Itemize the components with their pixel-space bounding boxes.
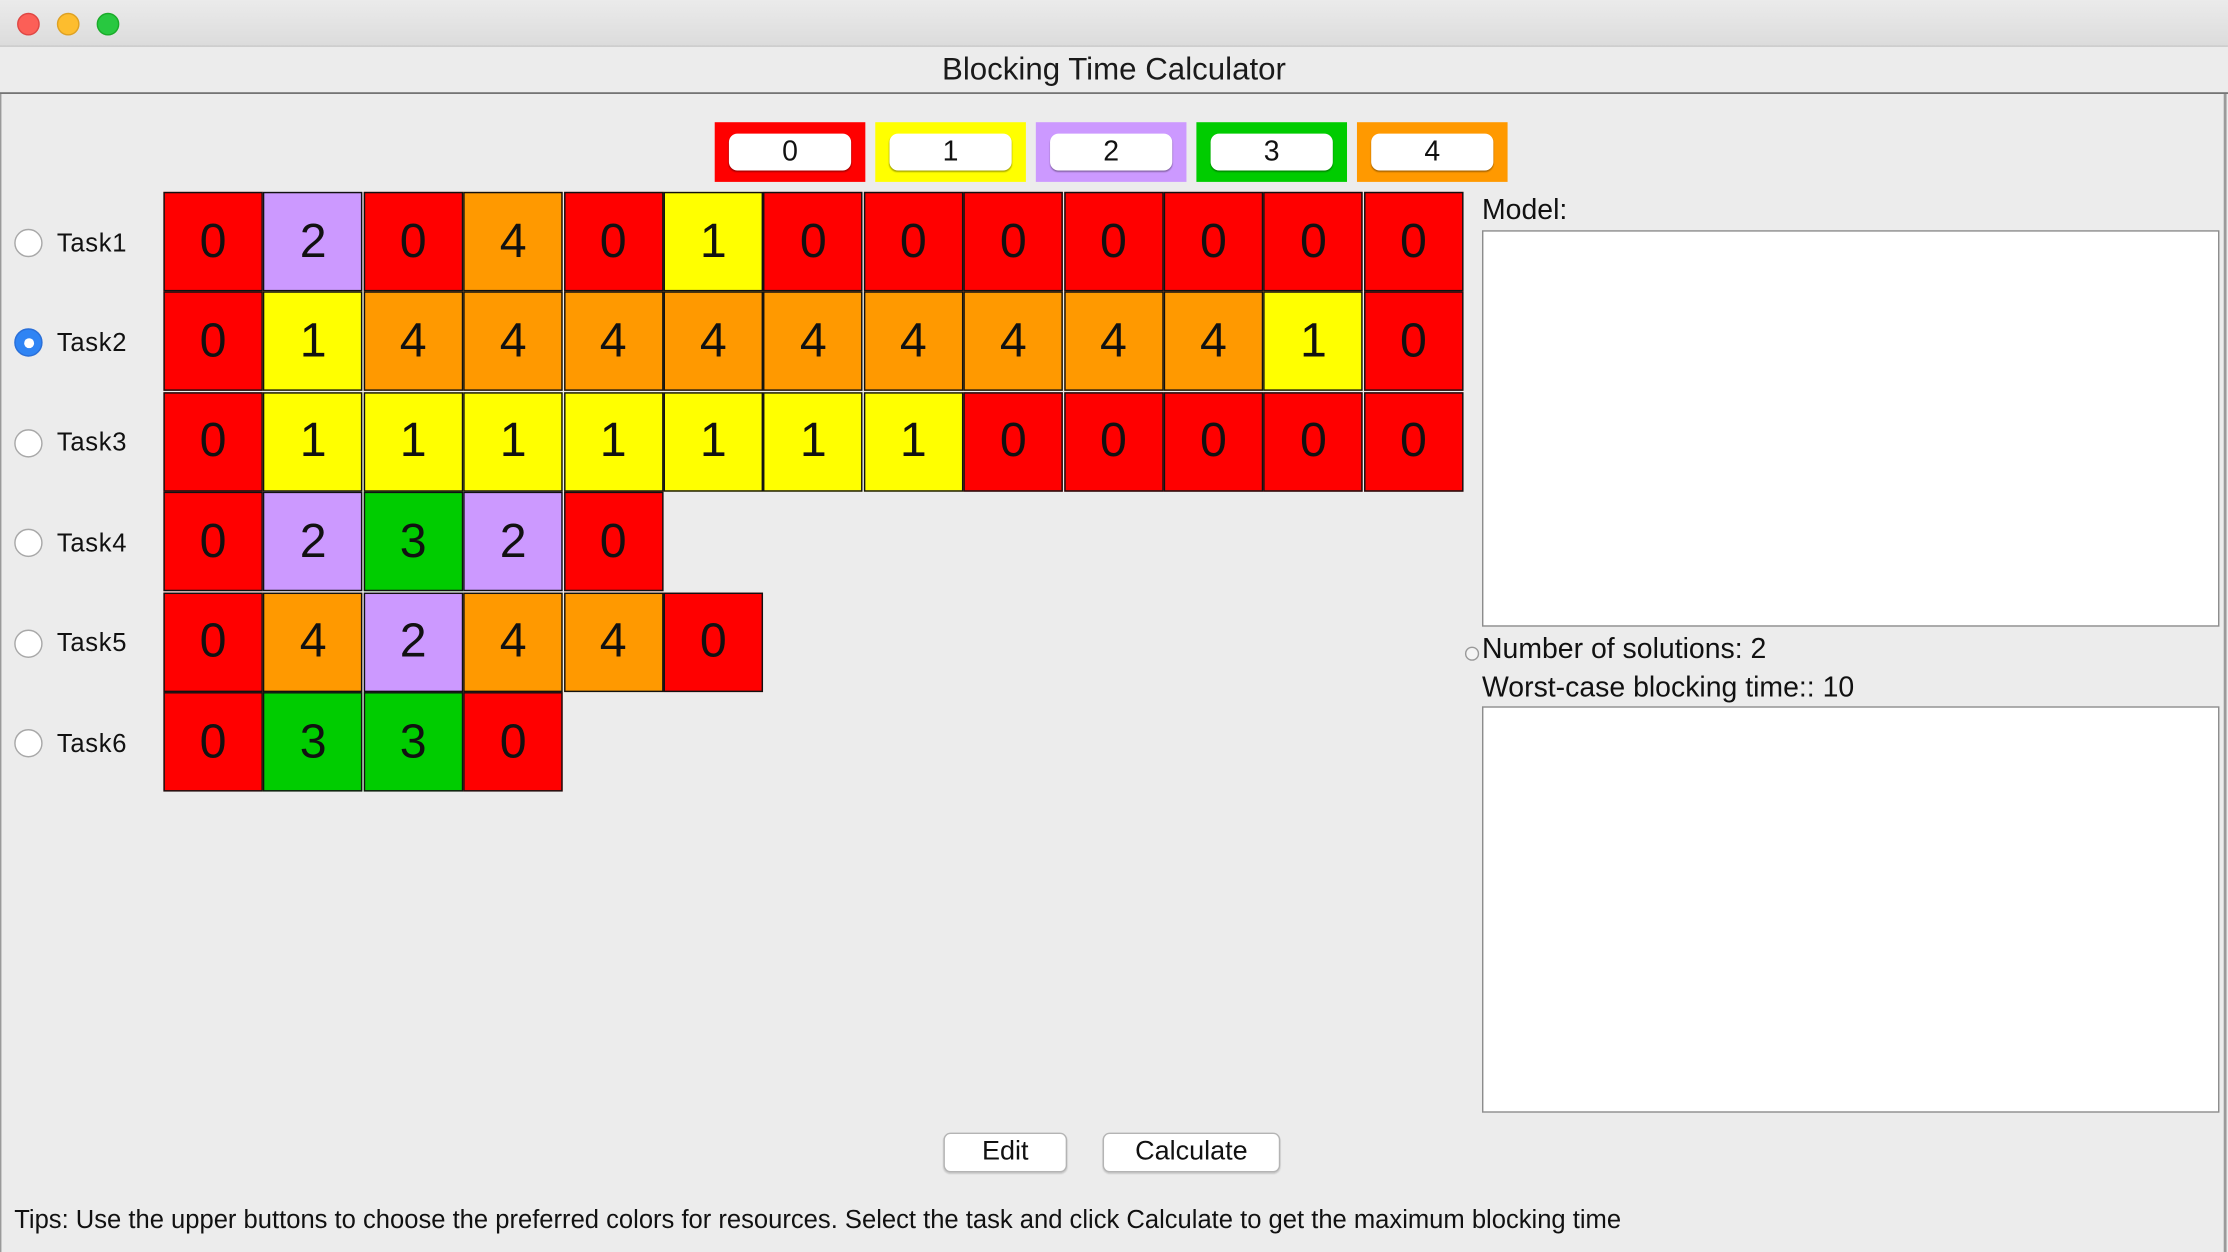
grid-cell[interactable]: 4 (863, 291, 964, 392)
grid-cell[interactable]: 2 (263, 491, 363, 592)
frame-border-right (2223, 93, 2227, 1252)
grid-cell[interactable]: 4 (263, 592, 363, 692)
calculate-button[interactable]: Calculate (1102, 1132, 1281, 1173)
grid-cell[interactable]: 2 (263, 191, 363, 292)
result-text-area[interactable] (1481, 706, 2220, 1113)
grid-cell[interactable]: 0 (763, 191, 864, 292)
grid-cell[interactable]: 1 (363, 391, 463, 492)
grid-cell[interactable]: 0 (463, 692, 563, 792)
maximize-window-icon[interactable] (96, 12, 120, 36)
grid-cell[interactable]: 0 (1063, 191, 1164, 292)
task-radio-task1[interactable]: Task1 (14, 193, 156, 292)
grid-cell[interactable]: 4 (1163, 291, 1264, 392)
task-label: Task1 (56, 228, 128, 257)
task-label: Task2 (56, 328, 128, 357)
grid-cell[interactable]: 0 (163, 391, 263, 492)
grid-cell[interactable]: 4 (463, 291, 563, 392)
grid-cell[interactable]: 0 (1363, 191, 1464, 292)
radio-button-icon[interactable] (14, 528, 43, 558)
color-button-1[interactable]: 1 (875, 122, 1026, 182)
grid-cell[interactable]: 4 (563, 592, 663, 692)
grid-cell[interactable]: 2 (463, 491, 563, 592)
grid-cell[interactable]: 1 (463, 391, 563, 492)
tips-text: Tips: Use the upper buttons to choose th… (14, 1205, 1622, 1234)
grid-cell[interactable]: 0 (563, 191, 663, 292)
radio-button-icon[interactable] (14, 729, 43, 758)
task-label: Task3 (56, 428, 128, 457)
grid-cell[interactable]: 4 (463, 191, 563, 292)
color-button-label: 3 (1210, 133, 1333, 171)
grid-cell[interactable]: 0 (1363, 391, 1464, 492)
grid-cell[interactable]: 0 (1163, 391, 1264, 492)
grid-cell[interactable]: 4 (363, 291, 463, 392)
worst-case-blocking-time: Worst-case blocking time:: 10 (1481, 672, 1855, 704)
color-button-4[interactable]: 4 (1356, 122, 1508, 182)
grid-cell[interactable]: 4 (563, 291, 663, 392)
grid-cell[interactable]: 0 (1263, 191, 1364, 292)
grid-cell[interactable]: 2 (363, 592, 463, 692)
grid-cell[interactable]: 0 (663, 592, 764, 692)
task-radio-task2[interactable]: Task2 (14, 293, 156, 392)
grid-cell[interactable]: 1 (263, 291, 363, 392)
radio-button-icon[interactable] (14, 428, 43, 458)
grid-cell[interactable]: 1 (563, 391, 663, 492)
task-radio-task5[interactable]: Task5 (14, 593, 156, 692)
minimize-window-icon[interactable] (56, 12, 80, 36)
grid-cell[interactable]: 0 (1263, 391, 1364, 492)
grid-cell[interactable]: 1 (663, 191, 764, 292)
window-title: Blocking Time Calculator (0, 46, 2228, 94)
grid-cell[interactable]: 0 (163, 692, 263, 792)
close-window-icon[interactable] (17, 12, 40, 36)
grid-cell[interactable]: 1 (1263, 291, 1364, 392)
number-of-solutions: Number of solutions: 2 (1481, 633, 1767, 666)
color-button-3[interactable]: 3 (1196, 122, 1348, 182)
grid-cell[interactable]: 3 (363, 491, 463, 592)
grid-cell[interactable]: 0 (963, 191, 1064, 292)
grid-cell[interactable]: 0 (563, 491, 663, 592)
grid-cell[interactable]: 0 (163, 191, 263, 292)
color-button-label: 2 (1050, 133, 1173, 171)
task-radio-task6[interactable]: Task6 (14, 693, 156, 792)
grid-cell[interactable]: 4 (463, 592, 563, 692)
task-radio-task3[interactable]: Task3 (14, 393, 156, 492)
grid-cell[interactable]: 1 (263, 391, 363, 492)
color-button-2[interactable]: 2 (1035, 122, 1187, 182)
grid-cell[interactable]: 0 (163, 291, 263, 392)
grid-cell[interactable]: 4 (763, 291, 864, 392)
grid-cell[interactable]: 3 (363, 692, 463, 792)
radio-button-icon[interactable] (14, 328, 43, 358)
task-label: Task4 (56, 528, 128, 557)
task-label: Task6 (56, 728, 128, 757)
model-text-area[interactable] (1481, 230, 2220, 627)
grid-cell[interactable]: 0 (963, 391, 1064, 492)
color-button-0[interactable]: 0 (714, 122, 866, 182)
grid-cell[interactable]: 0 (1163, 191, 1264, 292)
model-label: Model: (1481, 194, 1568, 226)
edit-button[interactable]: Edit (943, 1132, 1068, 1173)
grid-cell[interactable]: 1 (763, 391, 864, 492)
frame-border-left (0, 93, 2, 1252)
split-pane-handle[interactable] (1464, 646, 1480, 661)
grid-cell[interactable]: 4 (963, 291, 1064, 392)
grid-cell[interactable]: 4 (663, 291, 764, 392)
task-label: Task5 (56, 628, 128, 657)
grid-cell[interactable]: 0 (163, 592, 263, 692)
grid-cell[interactable]: 3 (263, 692, 363, 792)
grid-cell[interactable]: 1 (863, 391, 964, 492)
radio-button-icon[interactable] (14, 628, 43, 658)
radio-button-icon[interactable] (14, 228, 43, 258)
grid-cell[interactable]: 0 (863, 191, 964, 292)
grid-cell[interactable]: 0 (363, 191, 463, 292)
title-bar (0, 0, 2228, 47)
grid-cell[interactable]: 4 (1063, 291, 1164, 392)
color-button-label: 4 (1371, 133, 1494, 171)
grid-cell[interactable]: 0 (1363, 291, 1464, 392)
color-button-label: 0 (728, 133, 852, 171)
grid-cell[interactable]: 0 (163, 491, 263, 592)
grid-cell[interactable]: 0 (1063, 391, 1164, 492)
app-window: Blocking Time Calculator 01234 Task1 Task… (0, 0, 2228, 1252)
color-button-label: 1 (889, 133, 1012, 171)
task-radio-task4[interactable]: Task4 (14, 493, 156, 592)
grid-cell[interactable]: 1 (663, 391, 764, 492)
